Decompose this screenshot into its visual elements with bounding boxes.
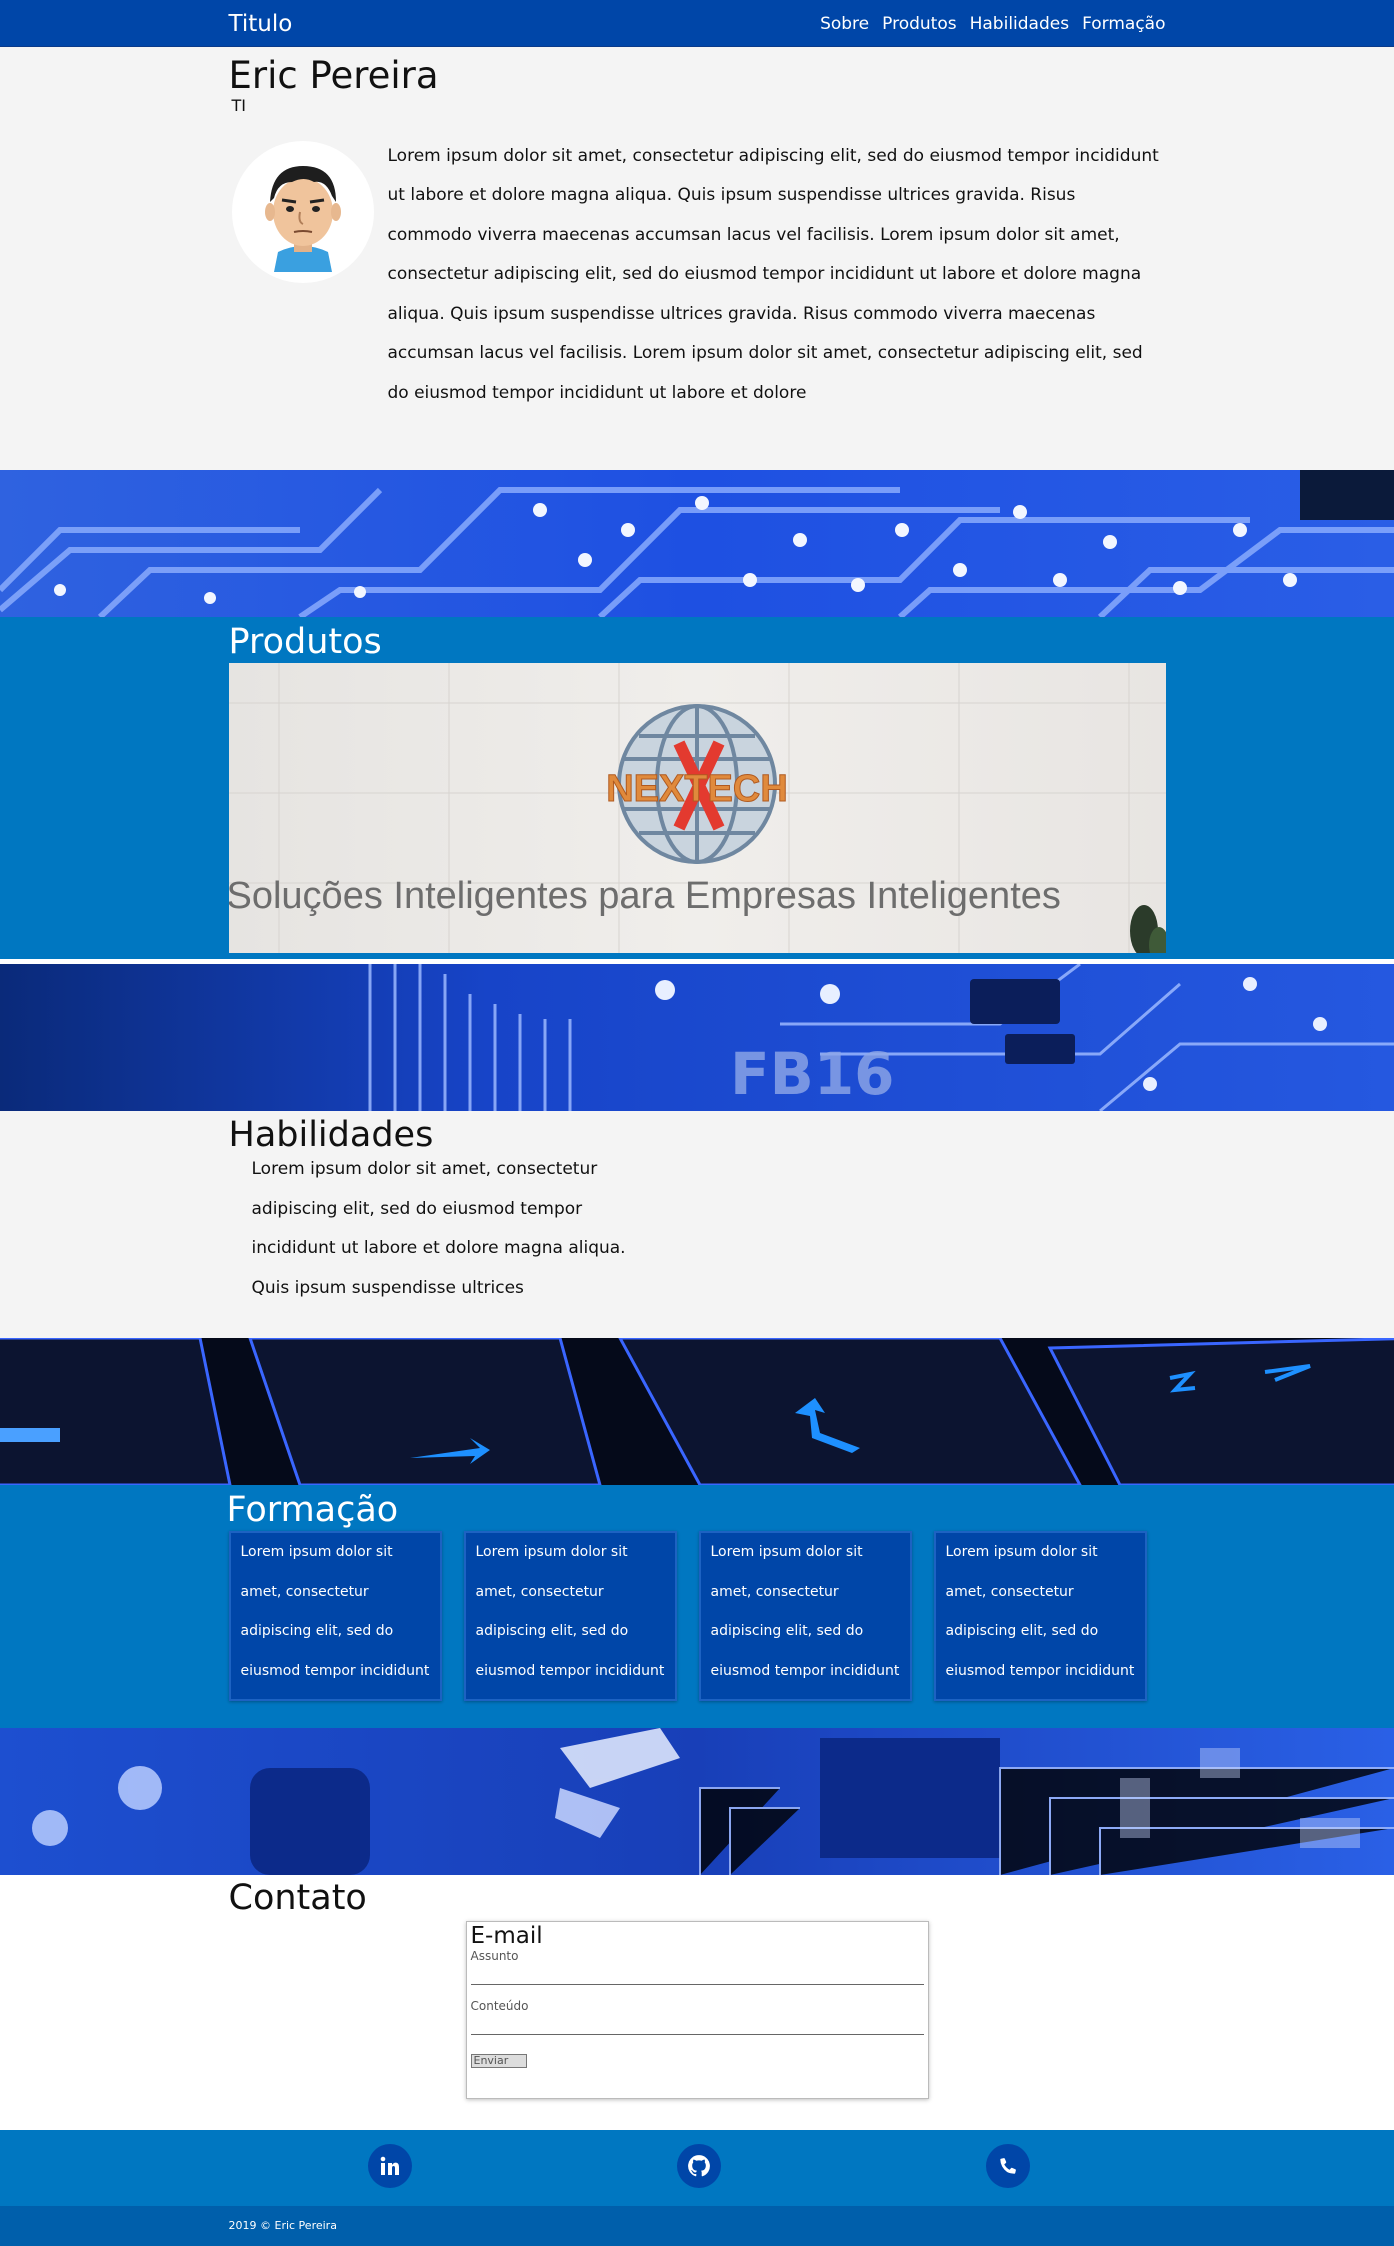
formacao-card: Lorem ipsum dolor sit amet, consectetur … xyxy=(933,1531,1147,1701)
nav-link-formacao[interactable]: Formação xyxy=(1082,14,1165,34)
content-input[interactable] xyxy=(470,2013,924,2036)
footer: 2019 © Eric Pereira xyxy=(0,2130,1394,2246)
svg-text:FB16: FB16 xyxy=(730,1040,895,1108)
navbar: Titulo Sobre Produtos Habilidades Formaç… xyxy=(0,0,1394,47)
avatar xyxy=(231,140,374,283)
contato-title: Contato xyxy=(228,1878,367,1918)
content-label: Conteúdo xyxy=(470,1999,529,2014)
produtos-section: Produtos NEXTECH Soluções Inteligentes p… xyxy=(0,617,1394,959)
formacao-title: Formação xyxy=(226,1490,399,1530)
subject-input[interactable] xyxy=(470,1963,924,1986)
produto-banner-image: NEXTECH Soluções Inteligentes para Empre… xyxy=(228,663,1166,953)
plant-leaf-icon xyxy=(1129,905,1166,953)
formacao-card: Lorem ipsum dolor sit amet, consectetur … xyxy=(463,1531,677,1701)
contact-form: E-mail Assunto Conteúdo Enviar xyxy=(465,1921,929,2099)
footer-bottom: 2019 © Eric Pereira xyxy=(0,2206,1394,2246)
banner-keyboard xyxy=(0,1338,1394,1485)
habilidades-text: Lorem ipsum dolor sit amet, consectetur … xyxy=(251,1159,626,1298)
formacao-cards: Lorem ipsum dolor sit amet, consectetur … xyxy=(228,1531,1166,1701)
github-icon[interactable] xyxy=(676,2144,721,2188)
banner-circuit-1 xyxy=(0,470,1394,617)
about-text: Lorem ipsum dolor sit amet, consectetur … xyxy=(387,145,1159,403)
copyright-text: 2019 © Eric Pereira xyxy=(228,2219,337,2232)
nextech-logo-icon: NEXTECH xyxy=(605,704,788,864)
profile-role: TI xyxy=(231,95,247,115)
subject-label: Assunto xyxy=(470,1949,519,1964)
sobre-section: Eric Pereira TI Lorem ipsum dolor sit am… xyxy=(0,47,1394,470)
formacao-section: Formação Lorem ipsum dolor sit amet, con… xyxy=(0,1485,1394,1728)
produtos-title: Produtos xyxy=(228,622,382,662)
banner-motherboard xyxy=(0,1728,1394,1875)
form-title: E-mail xyxy=(470,1923,543,1949)
nav-link-produtos[interactable]: Produtos xyxy=(882,14,956,34)
formacao-card: Lorem ipsum dolor sit amet, consectetur … xyxy=(228,1531,442,1701)
nav-links: Sobre Produtos Habilidades Formação xyxy=(820,14,1165,34)
nav-link-sobre[interactable]: Sobre xyxy=(820,14,869,34)
brand-title[interactable]: Titulo xyxy=(229,11,293,37)
linkedin-icon[interactable] xyxy=(367,2144,412,2188)
avatar-face-icon xyxy=(264,165,341,272)
submit-button[interactable]: Enviar xyxy=(470,2054,527,2069)
habilidades-section: Habilidades Lorem ipsum dolor sit amet, … xyxy=(0,1111,1394,1338)
contato-section: Contato E-mail Assunto Conteúdo Enviar xyxy=(0,1875,1394,2130)
produto-tagline: Soluções Inteligentes para Empresas Inte… xyxy=(228,875,1061,917)
profile-name: Eric Pereira xyxy=(228,54,439,97)
phone-icon[interactable] xyxy=(985,2144,1030,2188)
svg-text:NEXTECH: NEXTECH xyxy=(606,768,788,810)
formacao-card: Lorem ipsum dolor sit amet, consectetur … xyxy=(698,1531,912,1701)
banner-circuit-2: FB16 xyxy=(0,964,1394,1111)
nav-link-habilidades[interactable]: Habilidades xyxy=(970,14,1069,34)
